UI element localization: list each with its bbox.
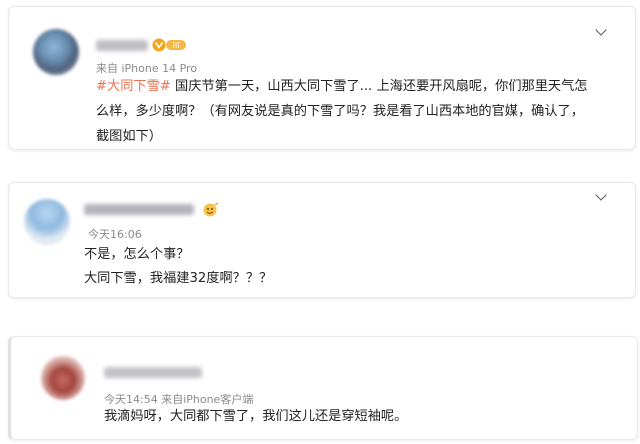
avatar[interactable]	[41, 356, 85, 400]
comment-text: 大同下雪，我福建32度啊？？？	[84, 271, 273, 286]
emoji-icon	[203, 202, 219, 217]
hashtag-link[interactable]: #大同下雪#	[96, 79, 171, 94]
username-blurred[interactable]	[84, 204, 194, 215]
avatar[interactable]	[24, 199, 70, 245]
svg-text:III: III	[172, 41, 179, 50]
username-blurred[interactable]	[104, 367, 202, 378]
vip-badge-icon: III	[152, 38, 186, 52]
comment-text: 我滴妈呀，大同都下雪了，我们这儿还是穿短袖呢。	[104, 409, 408, 424]
post-text: #大同下雪# 国庆节第一天，山西大同下雪了... 上海还要开风扇呢，你们那里天气…	[96, 74, 596, 149]
username-blurred[interactable]	[96, 40, 148, 51]
comment-text: 不是，怎么个事？	[84, 247, 190, 262]
avatar[interactable]	[33, 29, 79, 75]
comment-meta: 今天16:06	[88, 228, 142, 241]
